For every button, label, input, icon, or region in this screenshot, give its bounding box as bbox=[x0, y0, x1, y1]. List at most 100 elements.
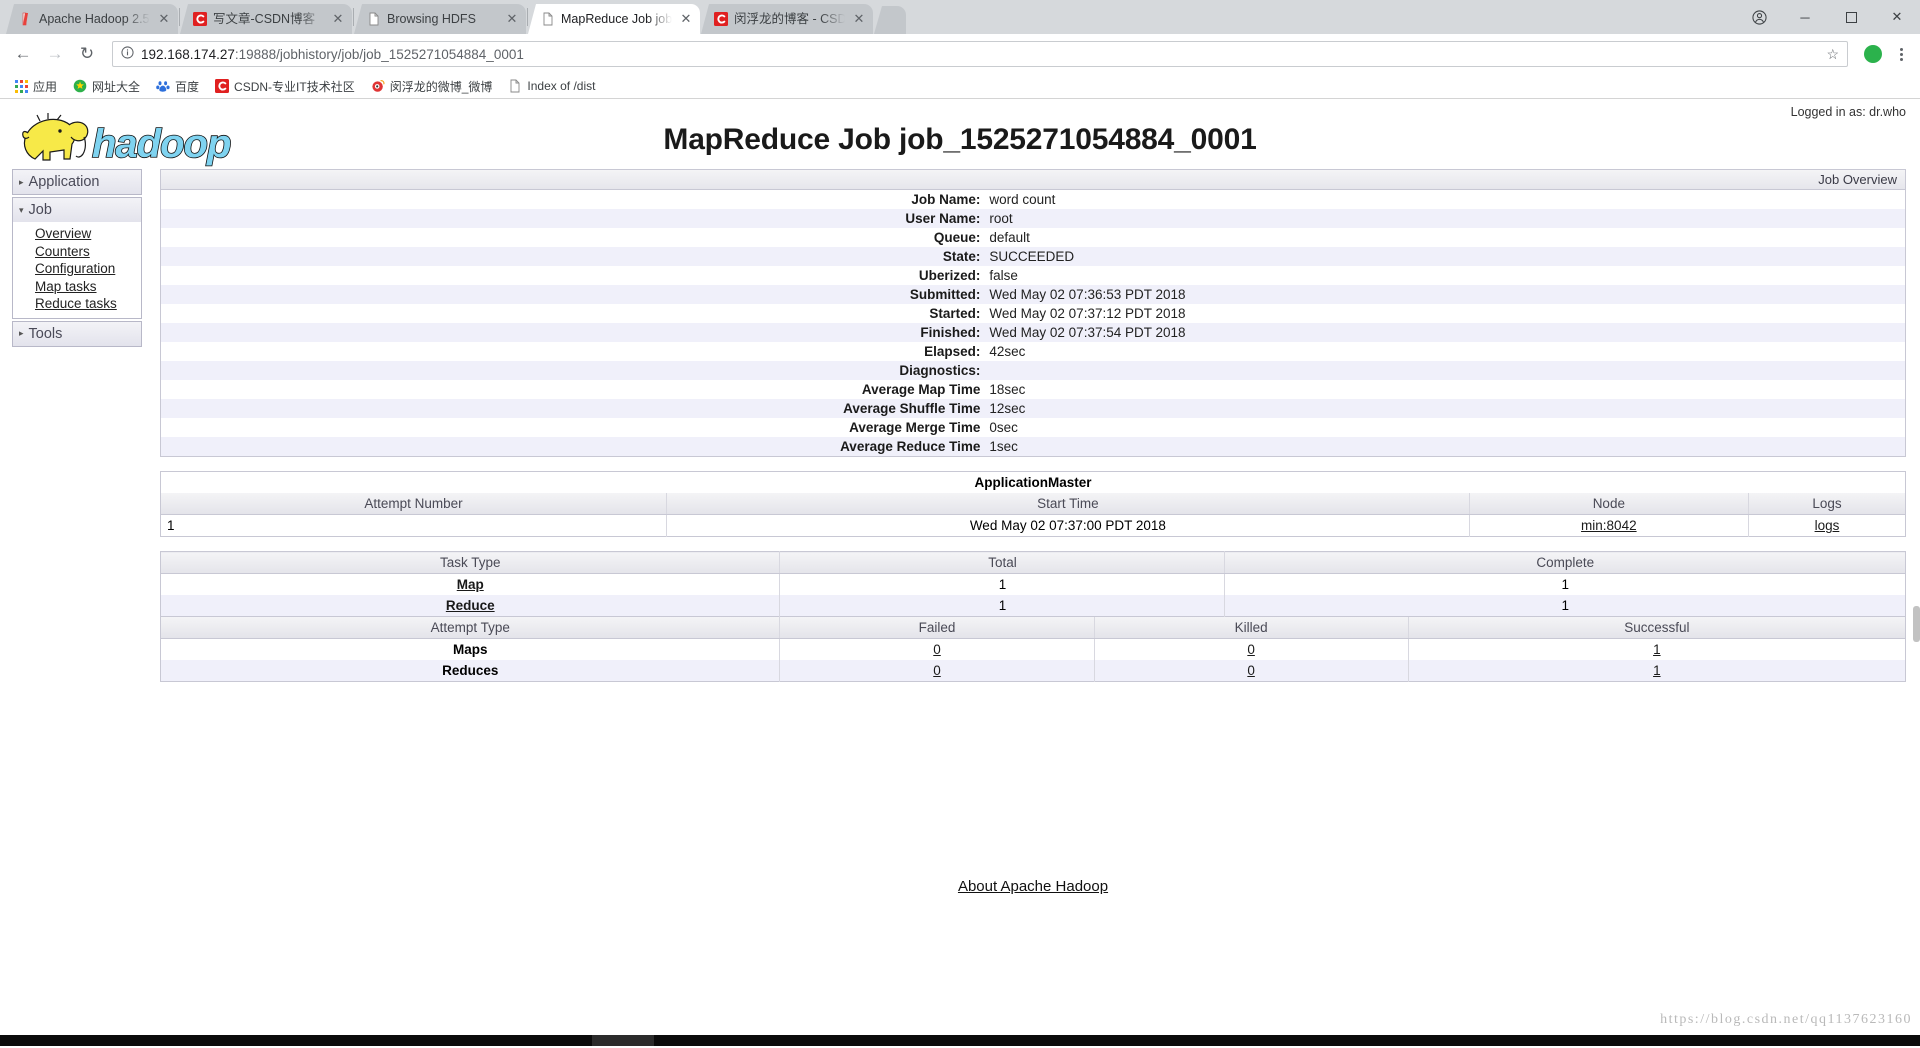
reload-button[interactable]: ↻ bbox=[72, 39, 102, 69]
reduces-failed-link[interactable]: 0 bbox=[933, 663, 941, 678]
os-taskbar bbox=[0, 1035, 1920, 1046]
tab-separator bbox=[527, 8, 528, 26]
minimize-button[interactable]: ─ bbox=[1782, 0, 1828, 34]
tab-separator bbox=[179, 8, 180, 26]
bookmark-baidu[interactable]: 百度 bbox=[150, 76, 205, 97]
sidebar-item-map-tasks[interactable]: Map tasks bbox=[13, 278, 141, 296]
reduces-successful-link[interactable]: 1 bbox=[1653, 663, 1661, 678]
tab-close-icon[interactable]: ✕ bbox=[504, 11, 520, 27]
bookmark-csdn[interactable]: CSDN-专业IT技术社区 bbox=[209, 76, 361, 97]
column-header-start-time: Start Time bbox=[666, 493, 1470, 515]
sidebar-item-application[interactable]: ▸ Application bbox=[13, 170, 141, 194]
browser-tab-3-active[interactable]: MapReduce Job job_15 ✕ bbox=[528, 4, 700, 34]
column-header-logs: Logs bbox=[1747, 493, 1906, 515]
browser-menu-button[interactable] bbox=[1890, 47, 1912, 61]
browser-tab-2[interactable]: Browsing HDFS ✕ bbox=[354, 4, 526, 34]
application-master-title: ApplicationMaster bbox=[974, 475, 1092, 490]
bookmark-label: Index of /dist bbox=[527, 79, 596, 93]
bookmark-hao123[interactable]: 网址大全 bbox=[67, 76, 146, 97]
cell-maps-failed[interactable]: 0 bbox=[779, 638, 1095, 660]
reduce-link[interactable]: Reduce bbox=[446, 598, 495, 613]
tab-title: 闵浮龙的博客 - CSDN博 bbox=[734, 12, 845, 26]
reduces-killed-link[interactable]: 0 bbox=[1247, 663, 1255, 678]
sidebar-item-tools[interactable]: ▸ Tools bbox=[13, 321, 141, 346]
sidebar-item-counters[interactable]: Counters bbox=[13, 243, 141, 261]
job-overview-panel: Job Overview Job Name: word count User Na… bbox=[160, 169, 1906, 457]
window-controls: ─ ✕ bbox=[1736, 0, 1920, 34]
back-button[interactable]: ← bbox=[8, 39, 38, 69]
cell-maps-killed[interactable]: 0 bbox=[1093, 638, 1409, 660]
tab-close-icon[interactable]: ✕ bbox=[851, 11, 867, 27]
row-value: Wed May 02 07:37:54 PDT 2018 bbox=[989, 324, 1186, 340]
taskbar-item[interactable] bbox=[592, 1035, 654, 1046]
tab-close-icon[interactable]: ✕ bbox=[156, 11, 172, 27]
browser-tab-1[interactable]: 写文章-CSDN博客 ✕ bbox=[180, 4, 352, 34]
info-icon[interactable] bbox=[121, 46, 134, 62]
hadoop-logo[interactable]: hadoop bbox=[12, 109, 262, 171]
account-icon[interactable] bbox=[1736, 0, 1782, 34]
row-value: default bbox=[989, 229, 1030, 245]
column-header-task-type: Task Type bbox=[160, 551, 780, 574]
cell-task-type-reduce[interactable]: Reduce bbox=[160, 595, 780, 617]
sidebar-item-reduce-tasks[interactable]: Reduce tasks bbox=[13, 295, 141, 313]
cell-reduces-successful[interactable]: 1 bbox=[1407, 660, 1906, 682]
browser-tab-0[interactable]: Apache Hadoop 2.5.2 ✕ bbox=[6, 4, 178, 34]
sidebar-item-overview[interactable]: Overview bbox=[13, 225, 141, 243]
row-key: Average Shuffle Time bbox=[843, 400, 981, 416]
cell-reduces-killed[interactable]: 0 bbox=[1093, 660, 1409, 682]
maps-killed-link[interactable]: 0 bbox=[1247, 642, 1255, 657]
sidebar-item-job[interactable]: ▾ Job bbox=[13, 198, 141, 222]
maps-successful-link[interactable]: 1 bbox=[1653, 642, 1661, 657]
table-row: Maps 0 0 1 bbox=[161, 638, 1906, 660]
sidebar-job-links: Overview Counters Configuration Map task… bbox=[13, 222, 141, 318]
watermark-text: https://blog.csdn.net/qq1137623160 bbox=[1660, 1012, 1912, 1027]
cell-task-type-map[interactable]: Map bbox=[161, 574, 780, 596]
maximize-button[interactable] bbox=[1828, 0, 1874, 34]
row-value: 18sec bbox=[989, 381, 1026, 397]
table-row: Uberized: false bbox=[161, 266, 1905, 285]
node-link[interactable]: min:8042 bbox=[1581, 518, 1637, 533]
forward-button[interactable]: → bbox=[40, 39, 70, 69]
tab-close-icon[interactable]: ✕ bbox=[330, 11, 346, 27]
cell-reduces-failed[interactable]: 0 bbox=[779, 660, 1095, 682]
column-header-complete: Complete bbox=[1224, 551, 1906, 574]
weibo-icon bbox=[371, 79, 385, 93]
address-bar[interactable]: 192.168.174.27:19888/jobhistory/job/job_… bbox=[112, 41, 1848, 67]
row-key: Uberized: bbox=[918, 267, 981, 283]
url-host: 192.168.174.27 bbox=[141, 46, 235, 62]
browser-tab-4[interactable]: 闵浮龙的博客 - CSDN博 ✕ bbox=[701, 4, 873, 34]
map-link[interactable]: Map bbox=[457, 577, 484, 592]
bookmark-index-of-dist[interactable]: Index of /dist bbox=[502, 77, 601, 95]
row-key: Average Reduce Time bbox=[840, 438, 981, 454]
hao123-icon bbox=[73, 79, 87, 93]
bookmark-label: 应用 bbox=[33, 79, 58, 94]
sidebar-group-label: Tools bbox=[28, 325, 63, 342]
svg-text:hadoop: hadoop bbox=[92, 122, 231, 166]
maps-failed-link[interactable]: 0 bbox=[933, 642, 941, 657]
bookmark-star-icon[interactable]: ☆ bbox=[1826, 46, 1839, 63]
bookmark-apps[interactable]: 应用 bbox=[8, 76, 63, 97]
tab-title: 写文章-CSDN博客 bbox=[213, 12, 316, 26]
apps-grid-icon bbox=[14, 79, 28, 93]
cell-logs[interactable]: logs bbox=[1747, 514, 1906, 537]
about-apache-hadoop-link[interactable]: About Apache Hadoop bbox=[958, 878, 1108, 895]
table-row: Average Reduce Time 1sec bbox=[161, 437, 1905, 456]
avatar[interactable] bbox=[1864, 45, 1882, 63]
sidebar-group-application: ▸ Application bbox=[12, 169, 142, 195]
row-value: 0sec bbox=[989, 419, 1018, 435]
tab-title: MapReduce Job job_15 bbox=[561, 12, 672, 26]
cell-node[interactable]: min:8042 bbox=[1468, 514, 1749, 537]
close-window-button[interactable]: ✕ bbox=[1874, 0, 1920, 34]
cell-maps-successful[interactable]: 1 bbox=[1407, 638, 1906, 660]
table-row: Average Map Time 18sec bbox=[161, 380, 1905, 399]
vertical-scrollbar-thumb[interactable] bbox=[1913, 606, 1920, 642]
row-key: Average Map Time bbox=[861, 381, 981, 397]
logs-link[interactable]: logs bbox=[1815, 518, 1840, 533]
new-tab-button[interactable] bbox=[874, 6, 906, 34]
column-header-failed: Failed bbox=[779, 617, 1095, 639]
bookmark-weibo[interactable]: 闵浮龙的微博_微博 bbox=[365, 76, 499, 97]
tab-close-icon[interactable]: ✕ bbox=[678, 11, 694, 27]
sidebar-item-configuration[interactable]: Configuration bbox=[13, 260, 141, 278]
bookmarks-bar: 应用 网址大全 百度 CSDN-专业IT技术社区 闵浮龙的微博_微博 Index… bbox=[0, 74, 1920, 99]
